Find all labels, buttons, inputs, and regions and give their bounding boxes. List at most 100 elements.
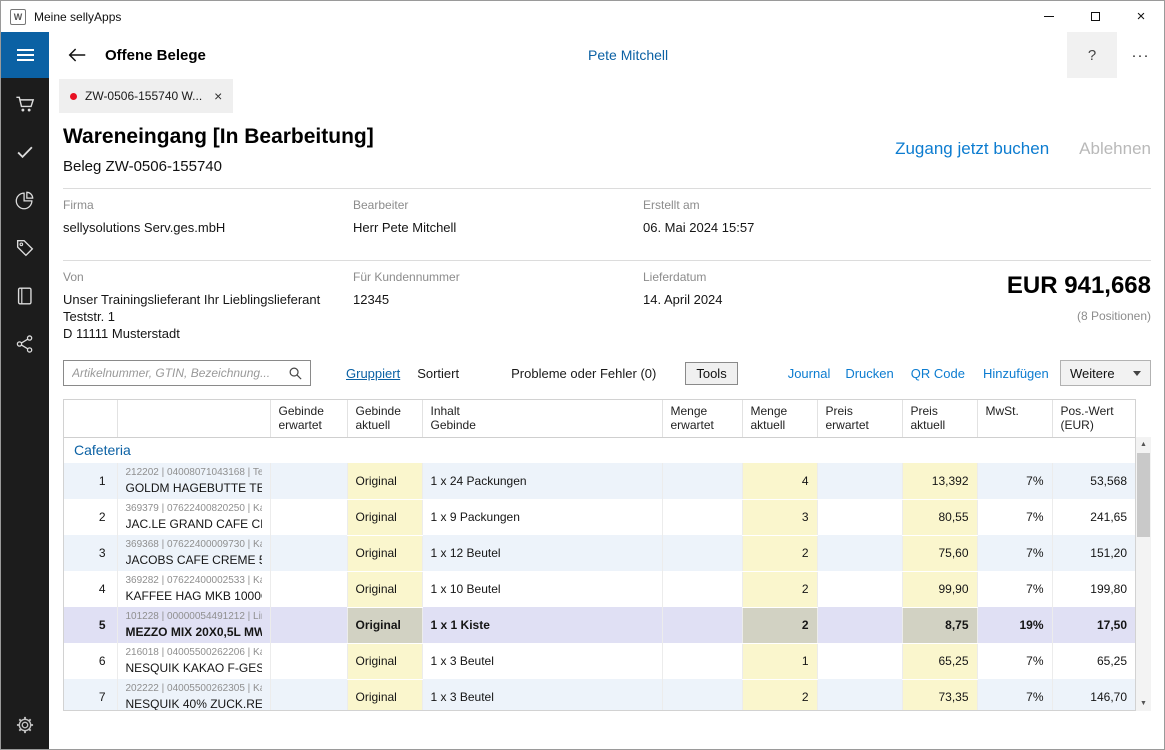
maximize-icon [1091, 12, 1100, 21]
sidebar-item-statistics[interactable] [1, 176, 49, 224]
table-row[interactable]: 3 369368 | 07622400009730 | Kaff... JACO… [64, 535, 1135, 571]
header-pos-wert[interactable]: Pos.-Wert (EUR) [1052, 400, 1135, 437]
menge-aktuell-cell[interactable]: 2 [742, 571, 817, 607]
weitere-dropdown-button[interactable]: Weitere [1060, 360, 1151, 386]
row-number: 3 [64, 535, 117, 571]
sidebar-item-tasks[interactable] [1, 128, 49, 176]
close-button[interactable]: × [1118, 1, 1164, 32]
sidebar-item-share[interactable] [1, 320, 49, 368]
preis-aktuell-cell[interactable]: 65,25 [902, 643, 977, 679]
article-name: KAFFEE HAG MKB 1000G [126, 589, 262, 604]
menge-aktuell-cell[interactable]: 3 [742, 499, 817, 535]
preis-erwartet-cell [817, 499, 902, 535]
minimize-button[interactable] [1026, 1, 1072, 32]
menge-aktuell-cell[interactable]: 2 [742, 679, 817, 711]
sortiert-link[interactable]: Sortiert [417, 366, 459, 381]
preis-aktuell-cell[interactable]: 80,55 [902, 499, 977, 535]
header-preis-erwartet[interactable]: Preis erwartet [817, 400, 902, 437]
window-title: Meine sellyApps [34, 10, 121, 24]
positions-toolbar: Gruppiert Sortiert Probleme oder Fehler … [63, 360, 1151, 386]
header-gebinde-erwartet[interactable]: Gebinde erwartet [270, 400, 347, 437]
pos-wert-cell: 65,25 [1052, 643, 1135, 679]
preis-aktuell-cell[interactable]: 75,60 [902, 535, 977, 571]
tools-button[interactable]: Tools [685, 362, 737, 385]
search-box[interactable] [63, 360, 311, 386]
header-gebinde-aktuell[interactable]: Gebinde aktuell [347, 400, 422, 437]
gruppiert-link[interactable]: Gruppiert [346, 366, 400, 381]
scroll-down-icon[interactable]: ▼ [1136, 696, 1151, 711]
preis-aktuell-cell[interactable]: 99,90 [902, 571, 977, 607]
document-title: Wareneingang [In Bearbeitung] [63, 125, 374, 149]
menge-erwartet-cell [662, 571, 742, 607]
gebinde-aktuell-cell[interactable]: Original [347, 607, 422, 643]
row-number: 2 [64, 499, 117, 535]
hamburger-menu-button[interactable] [1, 32, 49, 78]
preis-aktuell-cell[interactable]: 8,75 [902, 607, 977, 643]
scroll-thumb[interactable] [1137, 453, 1150, 537]
gebinde-aktuell-cell[interactable]: Original [347, 463, 422, 499]
table-row[interactable]: 5 101228 | 00000054491212 | Lim... MEZZO… [64, 607, 1135, 643]
preis-aktuell-cell[interactable]: 13,392 [902, 463, 977, 499]
gebinde-aktuell-cell[interactable]: Original [347, 571, 422, 607]
total-amount: EUR 941,668 [1007, 272, 1151, 300]
scroll-track[interactable] [1136, 538, 1151, 696]
sidebar-item-settings[interactable] [1, 701, 49, 749]
header-inhalt-gebinde[interactable]: Inhalt Gebinde [422, 400, 662, 437]
sidebar-item-cart[interactable] [1, 80, 49, 128]
menge-aktuell-cell[interactable]: 2 [742, 535, 817, 571]
lieferdatum-value: 14. April 2024 [643, 291, 723, 308]
table-row[interactable]: 4 369282 | 07622400002533 | Kaff... KAFF… [64, 571, 1135, 607]
gebinde-aktuell-cell[interactable]: Original [347, 679, 422, 711]
search-input[interactable] [64, 366, 288, 380]
menge-aktuell-cell[interactable]: 1 [742, 643, 817, 679]
header-menge-erwartet[interactable]: Menge erwartet [662, 400, 742, 437]
preis-erwartet-cell [817, 463, 902, 499]
gebinde-aktuell-cell[interactable]: Original [347, 535, 422, 571]
gebinde-aktuell-cell[interactable]: Original [347, 499, 422, 535]
help-button[interactable]: ? [1067, 32, 1117, 78]
search-icon[interactable] [288, 366, 303, 381]
journal-link[interactable]: Journal [788, 366, 831, 381]
pos-wert-cell: 146,70 [1052, 679, 1135, 711]
vertical-scrollbar[interactable]: ▲ ▼ [1136, 437, 1151, 711]
gebinde-aktuell-cell[interactable]: Original [347, 643, 422, 679]
tab-close-icon[interactable]: × [214, 88, 222, 104]
group-row[interactable]: Cafeteria [64, 437, 1135, 463]
header-mwst[interactable]: MwSt. [977, 400, 1052, 437]
table-row[interactable]: 6 216018 | 04005500262206 | Kak... NESQU… [64, 643, 1135, 679]
preis-aktuell-cell[interactable]: 73,35 [902, 679, 977, 711]
table-row[interactable]: 1 212202 | 04008071043168 | Tee |... GOL… [64, 463, 1135, 499]
app-window: W Meine sellyApps × Offene Belege Pete M… [0, 0, 1165, 750]
tab-document[interactable]: ZW-0506-155740 W... × [59, 79, 233, 113]
menge-erwartet-cell [662, 607, 742, 643]
menge-aktuell-cell[interactable]: 2 [742, 607, 817, 643]
sidebar-item-prices[interactable] [1, 224, 49, 272]
maximize-button[interactable] [1072, 1, 1118, 32]
gear-icon [14, 714, 36, 736]
back-button[interactable] [62, 44, 92, 66]
header-preis-aktuell[interactable]: Preis aktuell [902, 400, 977, 437]
ablehnen-link[interactable]: Ablehnen [1079, 139, 1151, 159]
qr-code-link[interactable]: QR Code [911, 366, 965, 381]
sidebar-item-journal[interactable] [1, 272, 49, 320]
more-options-button[interactable]: ··· [1117, 32, 1164, 78]
sidebar [1, 78, 49, 749]
scroll-up-icon[interactable]: ▲ [1136, 437, 1151, 452]
menge-aktuell-cell[interactable]: 4 [742, 463, 817, 499]
probleme-fehler-link[interactable]: Probleme oder Fehler (0) [511, 366, 656, 381]
chevron-down-icon [1133, 371, 1141, 376]
hinzufuegen-link[interactable]: Hinzufügen [983, 366, 1049, 381]
document-total: EUR 941,668 (8 Positionen) [1007, 270, 1151, 342]
zugang-buchen-link[interactable]: Zugang jetzt buchen [895, 139, 1049, 159]
table-row[interactable]: 2 369379 | 07622400820250 | Kaff... JAC.… [64, 499, 1135, 535]
group-label[interactable]: Cafeteria [64, 437, 1135, 463]
drucken-link[interactable]: Drucken [845, 366, 893, 381]
user-name-link[interactable]: Pete Mitchell [588, 47, 668, 63]
window-titlebar[interactable]: W Meine sellyApps × [1, 1, 1164, 32]
mwst-cell: 7% [977, 499, 1052, 535]
menge-erwartet-cell [662, 679, 742, 711]
table-row[interactable]: 7 202222 | 04005500262305 | Kak... NESQU… [64, 679, 1135, 711]
inhalt-gebinde-cell: 1 x 12 Beutel [422, 535, 662, 571]
preis-erwartet-cell [817, 535, 902, 571]
header-menge-aktuell[interactable]: Menge aktuell [742, 400, 817, 437]
